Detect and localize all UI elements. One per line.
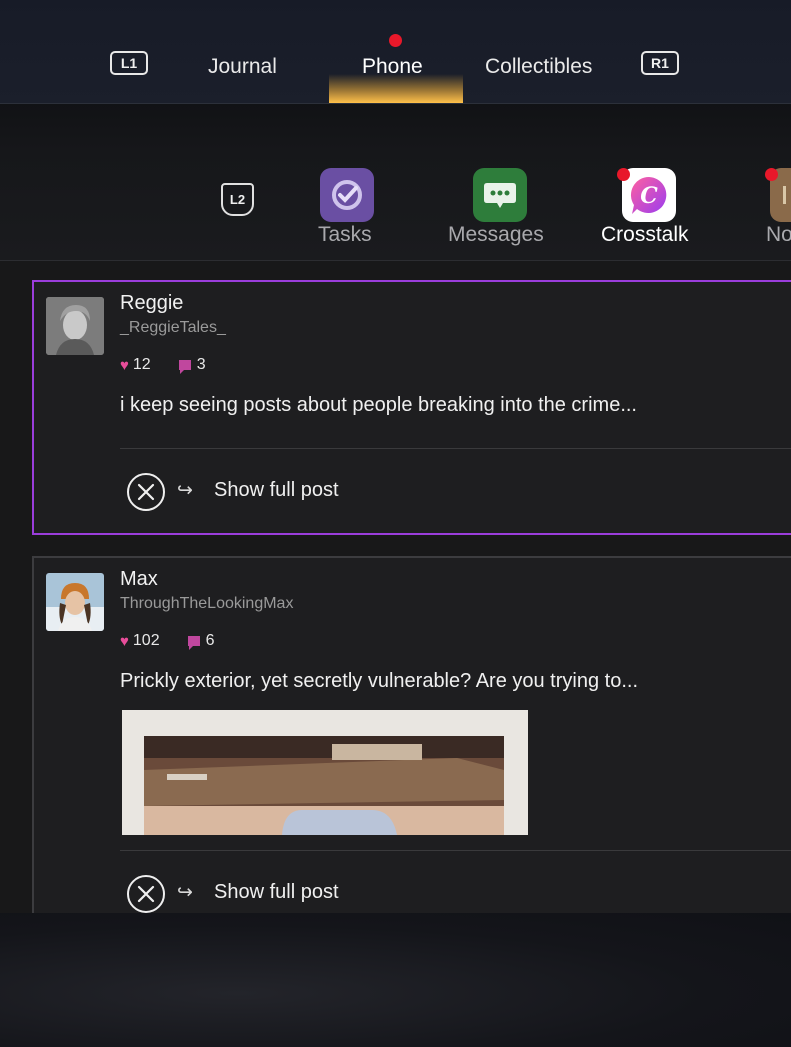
post-stats: ♥ 102 6 <box>120 632 215 650</box>
cross-button-icon[interactable] <box>127 875 165 913</box>
show-full-post-button[interactable]: Show full post <box>214 479 339 502</box>
tab-collectibles[interactable]: Collectibles <box>485 55 592 79</box>
post-card-reggie[interactable]: Reggie _ReggieTales_ ♥ 12 3 i keep seein… <box>32 280 791 535</box>
l2-button-hint[interactable]: L2 <box>221 183 254 216</box>
messages-app[interactable] <box>473 168 527 222</box>
heart-icon: ♥ <box>120 356 129 374</box>
post-image[interactable] <box>122 710 528 835</box>
post-text: i keep seeing posts about people breakin… <box>120 394 637 416</box>
notes-app-label: No <box>766 223 791 246</box>
background-scene <box>0 913 791 1047</box>
svg-text:C: C <box>640 183 658 209</box>
crosstalk-notification-dot <box>617 168 630 181</box>
avatar <box>46 297 104 355</box>
avatar <box>46 573 104 631</box>
tab-journal[interactable]: Journal <box>208 55 277 79</box>
post-author-handle: _ReggieTales_ <box>120 319 226 336</box>
tasks-app-label: Tasks <box>318 223 372 246</box>
r1-button-hint[interactable]: R1 <box>641 51 679 75</box>
comment-count: 6 <box>205 632 215 649</box>
post-text: Prickly exterior, yet secretly vulnerabl… <box>120 670 638 692</box>
notes-icon <box>782 186 791 204</box>
crosstalk-app-label: Crosstalk <box>601 223 689 246</box>
crosstalk-logo-icon: C <box>630 176 667 214</box>
tab-phone[interactable]: Phone <box>362 55 423 79</box>
post-author-handle: ThroughTheLookingMax <box>120 595 294 612</box>
tasks-app[interactable] <box>320 168 374 222</box>
notes-notification-dot <box>765 168 778 181</box>
l1-button-hint[interactable]: L1 <box>110 51 148 75</box>
like-count: 102 <box>132 632 160 649</box>
crosstalk-app[interactable]: C <box>622 168 676 222</box>
cross-button-icon[interactable] <box>127 473 165 511</box>
messages-app-label: Messages <box>448 223 544 246</box>
heart-icon: ♥ <box>120 632 129 650</box>
return-arrow-icon: ↪ <box>177 882 193 903</box>
comment-count: 3 <box>196 356 206 373</box>
post-divider <box>120 448 791 449</box>
like-count: 12 <box>132 356 151 373</box>
comment-icon <box>187 636 200 650</box>
show-full-post-button[interactable]: Show full post <box>214 881 339 904</box>
chat-bubble-icon <box>484 183 516 208</box>
post-author-name: Max <box>120 568 158 590</box>
check-circle-icon <box>332 180 362 210</box>
post-author-name: Reggie <box>120 292 184 314</box>
post-stats: ♥ 12 3 <box>120 356 206 374</box>
return-arrow-icon: ↪ <box>177 480 193 501</box>
comment-icon <box>178 360 191 374</box>
crosstalk-feed[interactable]: Reggie _ReggieTales_ ♥ 12 3 i keep seein… <box>0 261 791 913</box>
post-divider <box>120 850 791 851</box>
phone-notification-dot <box>389 34 402 47</box>
post-card-max[interactable]: Max ThroughTheLookingMax ♥ 102 6 Prickly… <box>32 556 791 913</box>
